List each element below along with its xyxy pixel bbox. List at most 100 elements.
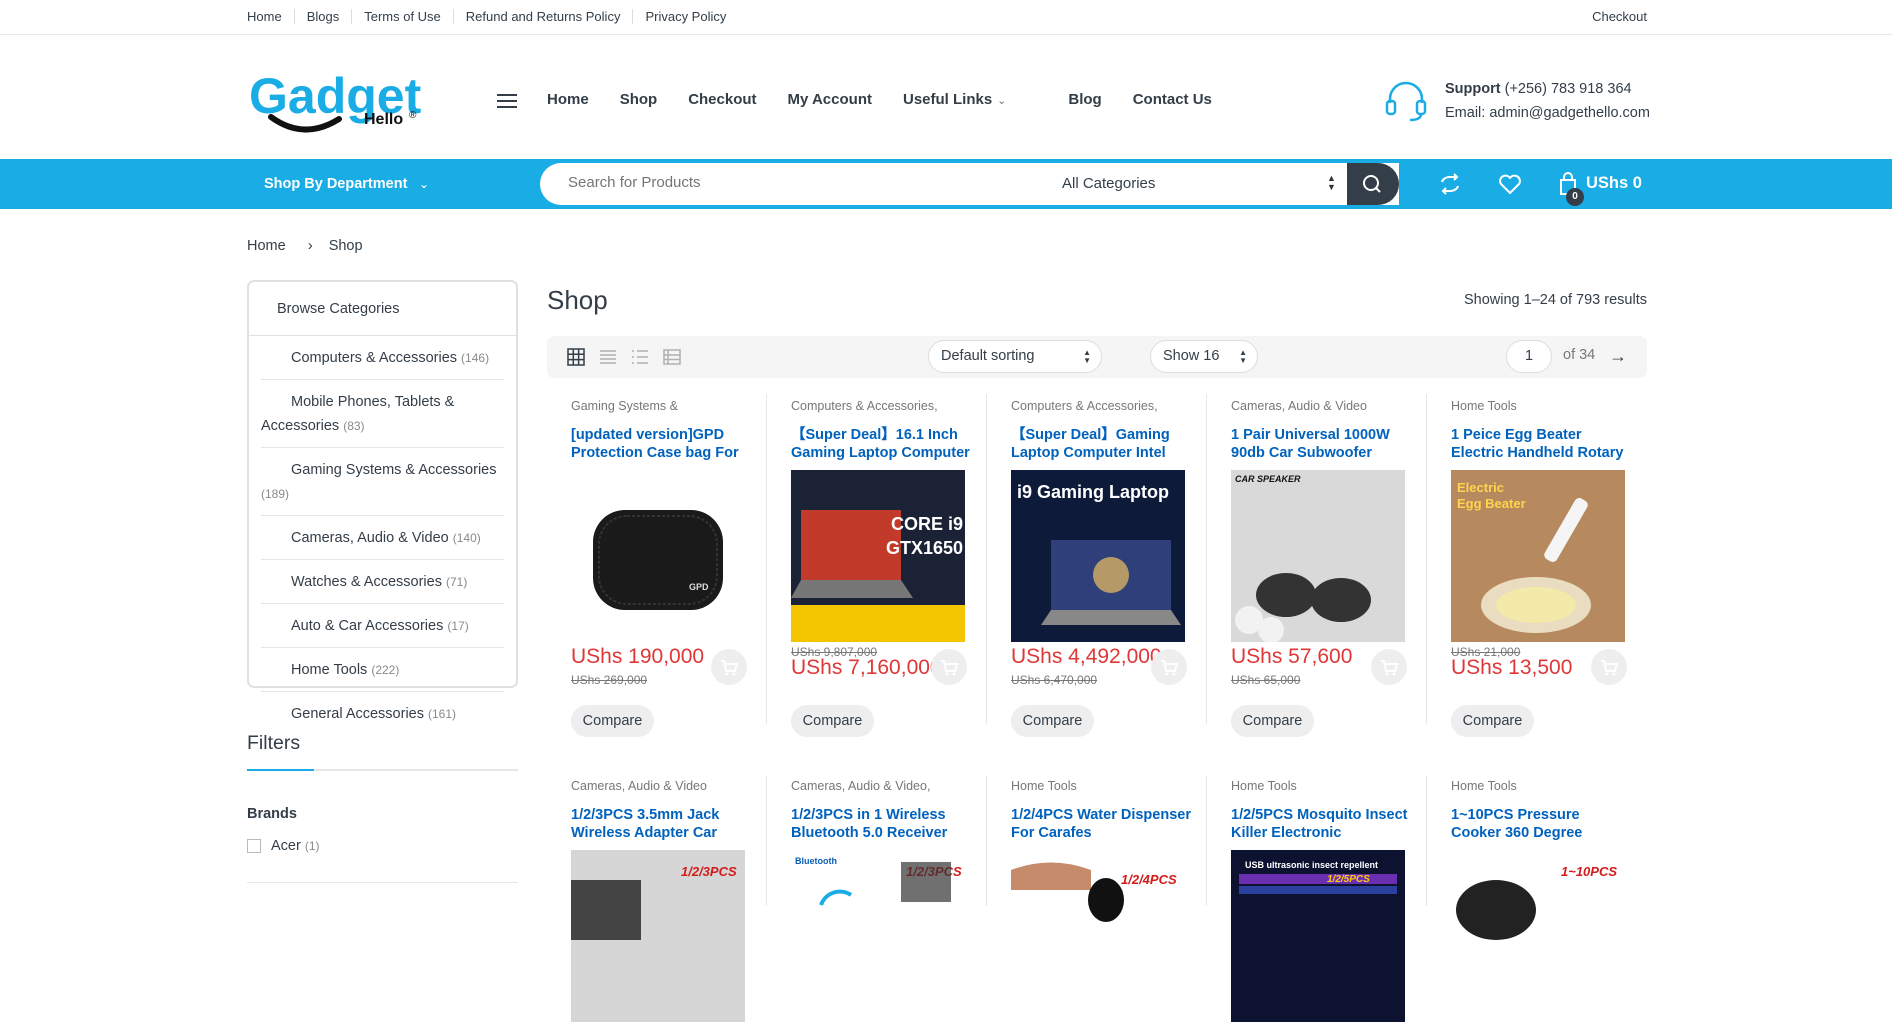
category-item[interactable]: Computers & Accessories (146) xyxy=(261,336,504,380)
product-category[interactable]: Computers & Accessories, xyxy=(1011,399,1185,414)
product-image[interactable]: USB ultrasonic insect repellent 1/2/5PCS xyxy=(1231,850,1405,1022)
cart-total[interactable]: USh​s 0 xyxy=(1586,174,1642,193)
product-card[interactable]: Computers & Accessories, 【Super Deal】Gam… xyxy=(1011,399,1231,739)
top-link-home[interactable]: Home xyxy=(247,9,294,24)
product-title[interactable]: [updated version]GPD Protection Case bag… xyxy=(571,426,751,462)
product-image[interactable]: Electric Egg Beater xyxy=(1451,470,1625,642)
product-category[interactable]: Home Tools xyxy=(1451,399,1625,414)
nav-my-account[interactable]: My Account xyxy=(788,91,872,108)
nav-useful-links[interactable]: Useful Links ⌄ xyxy=(903,91,1037,108)
product-title[interactable]: 1/2/3PCS in 1 Wireless Bluetooth 5.0 Rec… xyxy=(791,806,971,842)
grid-view-icon[interactable] xyxy=(567,348,585,366)
product-image[interactable]: CORE i9 GTX1650 xyxy=(791,470,965,642)
add-to-cart-icon[interactable] xyxy=(711,649,747,685)
compare-icon[interactable] xyxy=(1437,171,1463,197)
product-image[interactable]: 1/2/3PCS xyxy=(571,850,745,1022)
category-item[interactable]: Watches & Accessories (71) xyxy=(261,560,504,604)
category-item[interactable]: General Accessories (161) xyxy=(261,692,504,735)
top-links: Home Blogs Terms of Use Refund and Retur… xyxy=(247,9,738,24)
product-category[interactable]: Cameras, Audio & Video, xyxy=(791,779,965,794)
page-title: Shop xyxy=(547,285,608,315)
wishlist-heart-icon[interactable] xyxy=(1497,171,1523,197)
search-button[interactable] xyxy=(1347,163,1399,205)
top-link-checkout[interactable]: Checkout xyxy=(1592,9,1647,24)
product-category[interactable]: Home Tools xyxy=(1231,779,1405,794)
add-to-cart-icon[interactable] xyxy=(1151,649,1187,685)
product-card[interactable]: Gaming Systems & [updated version]GPD Pr… xyxy=(571,399,791,739)
grid-extended-view-icon[interactable] xyxy=(599,348,617,366)
compare-button[interactable]: Compare xyxy=(1451,705,1534,737)
product-card[interactable]: Computers & Accessories, 【Super Deal】16.… xyxy=(791,399,1011,739)
nav-contact[interactable]: Contact Us xyxy=(1133,91,1212,108)
list-view-icon[interactable] xyxy=(631,348,649,366)
compare-button[interactable]: Compare xyxy=(571,705,654,737)
product-image[interactable]: 1/2/4PCS xyxy=(1011,850,1185,1022)
product-title[interactable]: 1~10PCS Pressure Cooker 360 Degree xyxy=(1451,806,1631,842)
product-category[interactable]: Gaming Systems & xyxy=(571,399,745,414)
product-image[interactable]: i9 Gaming Laptop xyxy=(1011,470,1185,642)
show-count-select[interactable]: Show 16 ▲ ▼ xyxy=(1150,340,1258,373)
top-link-refund[interactable]: Refund and Returns Policy xyxy=(452,9,633,24)
shop-by-department-button[interactable]: Shop By Department ⌄ xyxy=(264,176,429,192)
list-small-view-icon[interactable] xyxy=(663,348,681,366)
product-card[interactable]: Cameras, Audio & Video 1 Pair Universal … xyxy=(1231,399,1451,739)
search-input[interactable] xyxy=(568,174,1038,191)
product-image[interactable]: 1~10PCS xyxy=(1451,850,1625,1022)
sort-select[interactable]: Default sorting ▲ ▼ xyxy=(928,340,1102,373)
product-card[interactable]: Home Tools 1 Peice Egg Beater Electric H… xyxy=(1451,399,1671,739)
product-category[interactable]: Computers & Accessories, xyxy=(791,399,965,414)
add-to-cart-icon[interactable] xyxy=(1591,649,1627,685)
product-title[interactable]: 1/2/4PCS Water Dispenser For Carafes xyxy=(1011,806,1191,842)
category-item[interactable]: Mobile Phones, Tablets & Accessories (83… xyxy=(261,380,504,448)
add-to-cart-icon[interactable] xyxy=(1371,649,1407,685)
breadcrumb: Home › Shop xyxy=(247,237,363,254)
nav-blog[interactable]: Blog xyxy=(1068,91,1101,108)
support-email[interactable]: Email: admin@gadgethello.com xyxy=(1445,101,1650,125)
product-card[interactable]: Cameras, Audio & Video 1/2/3PCS 3.5mm Ja… xyxy=(571,779,791,1022)
product-card[interactable]: Home Tools 1~10PCS Pressure Cooker 360 D… xyxy=(1451,779,1671,1022)
product-title[interactable]: 1/2/5PCS Mosquito Insect Killer Electron… xyxy=(1231,806,1411,842)
product-category[interactable]: Cameras, Audio & Video xyxy=(1231,399,1405,414)
product-category[interactable]: Cameras, Audio & Video xyxy=(571,779,745,794)
product-title[interactable]: 1 Pair Universal 1000W 90db Car Subwoofe… xyxy=(1231,426,1411,462)
add-to-cart-icon[interactable] xyxy=(931,649,967,685)
brand-count: (1) xyxy=(304,839,320,853)
category-select[interactable]: All Categories xyxy=(1062,175,1155,192)
top-link-blogs[interactable]: Blogs xyxy=(293,9,352,24)
nav-checkout[interactable]: Checkout xyxy=(688,91,756,108)
nav-shop[interactable]: Shop xyxy=(620,91,658,108)
category-item[interactable]: Home Tools (222) xyxy=(261,648,504,692)
brand-checkbox[interactable] xyxy=(247,839,261,853)
nav-home[interactable]: Home xyxy=(547,91,589,108)
product-card[interactable]: Home Tools 1/2/4PCS Water Dispenser For … xyxy=(1011,779,1231,1022)
category-item[interactable]: Gaming Systems & Accessories (189) xyxy=(261,448,504,516)
product-old-price: USh​s 269,000 xyxy=(571,673,648,687)
department-label: Shop By Department xyxy=(264,176,408,192)
product-image[interactable]: Bluetooth 1/2/3PCS xyxy=(791,850,965,1022)
brand-filter-acer[interactable]: Acer (1) xyxy=(247,838,320,854)
next-page-arrow-icon[interactable]: → xyxy=(1609,347,1627,365)
product-category[interactable]: Home Tools xyxy=(1011,779,1185,794)
breadcrumb-home[interactable]: Home xyxy=(247,238,286,254)
compare-button[interactable]: Compare xyxy=(1011,705,1094,737)
product-title[interactable]: 【Super Deal】16.1 Inch Gaming Laptop Comp… xyxy=(791,426,971,462)
product-title[interactable]: 1 Peice Egg Beater Electric Handheld Rot… xyxy=(1451,426,1631,462)
shop-toolbar: Default sorting ▲ ▼ Show 16 ▲ ▼ 1 of 34 → xyxy=(547,336,1647,378)
product-title[interactable]: 【Super Deal】Gaming Laptop Computer Intel xyxy=(1011,426,1191,462)
category-item[interactable]: Auto & Car Accessories (17) xyxy=(261,604,504,648)
product-card[interactable]: Cameras, Audio & Video, 1/2/3PCS in 1 Wi… xyxy=(791,779,1011,1022)
compare-button[interactable]: Compare xyxy=(791,705,874,737)
top-link-privacy[interactable]: Privacy Policy xyxy=(632,9,738,24)
category-item[interactable]: Cameras, Audio & Video (140) xyxy=(261,516,504,560)
product-card[interactable]: Home Tools 1/2/5PCS Mosquito Insect Kill… xyxy=(1231,779,1451,1022)
page-number-input[interactable]: 1 xyxy=(1506,340,1552,373)
compare-button[interactable]: Compare xyxy=(1231,705,1314,737)
menu-icon[interactable] xyxy=(497,94,517,110)
support-phone[interactable]: (+256) 783 918 364 xyxy=(1505,81,1632,97)
top-link-terms[interactable]: Terms of Use xyxy=(351,9,453,24)
product-category[interactable]: Home Tools xyxy=(1451,779,1625,794)
site-logo[interactable]: Gadget Hello ® xyxy=(249,68,449,143)
product-title[interactable]: 1/2/3PCS 3.5mm Jack Wireless Adapter Car xyxy=(571,806,751,842)
product-image[interactable]: CAR SPEAKER xyxy=(1231,470,1405,642)
product-image[interactable]: GPD xyxy=(571,470,745,642)
